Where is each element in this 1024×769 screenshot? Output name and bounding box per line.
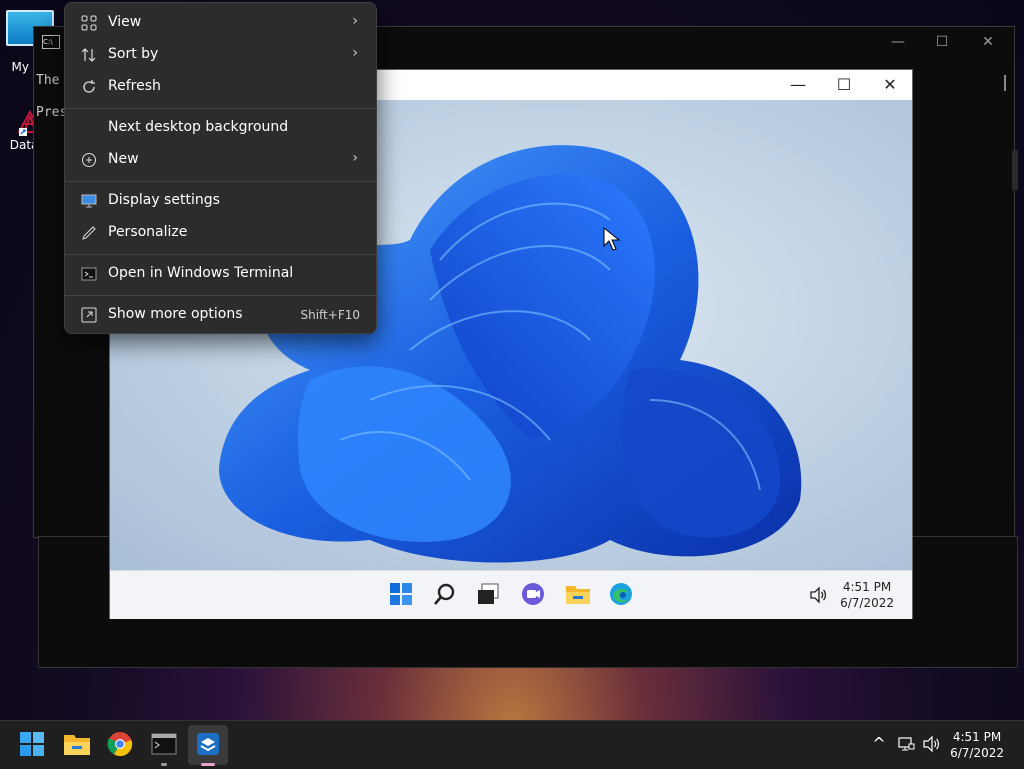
menu-item-personalize[interactable]: Personalize [69,217,372,249]
plus-circle-icon [81,152,97,168]
pen-icon [81,225,97,241]
terminal-icon [81,266,97,282]
menu-item-label: Refresh [108,78,161,94]
menu-item-refresh[interactable]: Refresh [69,71,372,103]
scrollbar-thumb[interactable] [1004,75,1006,91]
keyboard-shortcut: Shift+F10 [300,308,360,322]
file-explorer-icon[interactable] [63,731,91,759]
running-indicator [161,763,167,766]
vm-close-button[interactable]: ✕ [878,74,902,96]
host-clock-time: 4:51 PM [952,730,1002,744]
menu-item-label: Display settings [108,192,220,208]
search-icon[interactable] [433,582,459,608]
window-edge [1012,150,1018,190]
vm-clock[interactable]: 4:51 PM 6/7/2022 [840,579,894,611]
desktop-context-menu: View › Sort by › Refresh Next desktop ba… [64,2,377,334]
grid-icon [81,15,97,31]
edge-browser-icon[interactable] [609,582,635,608]
close-button[interactable]: ✕ [978,33,998,51]
menu-separator [65,108,376,109]
menu-item-next-background[interactable]: Next desktop background [69,112,372,144]
menu-separator [65,295,376,296]
active-indicator [201,763,215,766]
volume-icon[interactable] [922,735,940,753]
command-prompt-icon[interactable] [151,731,179,759]
host-clock-date: 6/7/2022 [950,746,1004,760]
chevron-right-icon: › [352,150,358,166]
menu-item-open-terminal[interactable]: Open in Windows Terminal [69,258,372,290]
refresh-icon [81,79,97,95]
terminal-output-line: The [36,73,60,88]
menu-item-sort-by[interactable]: Sort by › [69,39,372,71]
host-taskbar: ^ 4:51 PM 6/7/2022 [0,720,1024,769]
menu-item-label: New [108,151,139,167]
task-view-icon[interactable] [476,582,502,608]
vm-taskbar: 4:51 PM 6/7/2022 [110,570,912,619]
menu-item-label: Next desktop background [108,119,289,135]
menu-item-label: Open in Windows Terminal [108,265,294,281]
menu-separator [65,254,376,255]
maximize-button[interactable]: ☐ [932,33,952,51]
chevron-up-icon[interactable]: ^ [870,735,888,753]
menu-item-new[interactable]: New › [69,144,372,176]
display-icon [81,193,97,209]
vm-maximize-button[interactable]: ☐ [832,74,856,96]
menu-separator [65,181,376,182]
vm-clock-time: 4:51 PM [842,580,892,594]
volume-icon[interactable] [808,585,828,605]
menu-item-label: Personalize [108,224,188,240]
virtualbox-app-icon[interactable] [195,731,223,759]
chrome-browser-icon[interactable] [107,731,135,759]
minimize-button[interactable]: — [888,33,908,51]
more-options-icon [81,307,97,323]
menu-item-label: Sort by [108,46,159,62]
chevron-right-icon: › [352,45,358,61]
menu-item-view[interactable]: View › [69,7,372,39]
menu-item-label: Show more options [108,306,243,322]
network-icon[interactable] [897,735,915,753]
vm-minimize-button[interactable]: — [786,74,810,96]
vm-clock-date: 6/7/2022 [840,596,894,610]
windows-start-icon[interactable] [389,582,415,608]
menu-item-show-more-options[interactable]: Show more options Shift+F10 [69,299,372,331]
menu-item-display-settings[interactable]: Display settings [69,185,372,217]
chat-icon[interactable] [521,582,547,608]
file-explorer-icon[interactable] [565,582,591,608]
sort-icon [81,47,97,63]
windows-start-icon[interactable] [19,731,47,759]
chevron-right-icon: › [352,13,358,29]
menu-item-label: View [108,14,142,30]
terminal-app-icon: C:\ [42,35,60,49]
host-clock[interactable]: 4:51 PM 6/7/2022 [950,729,1004,761]
terminal-output-line: Pres [36,105,68,120]
